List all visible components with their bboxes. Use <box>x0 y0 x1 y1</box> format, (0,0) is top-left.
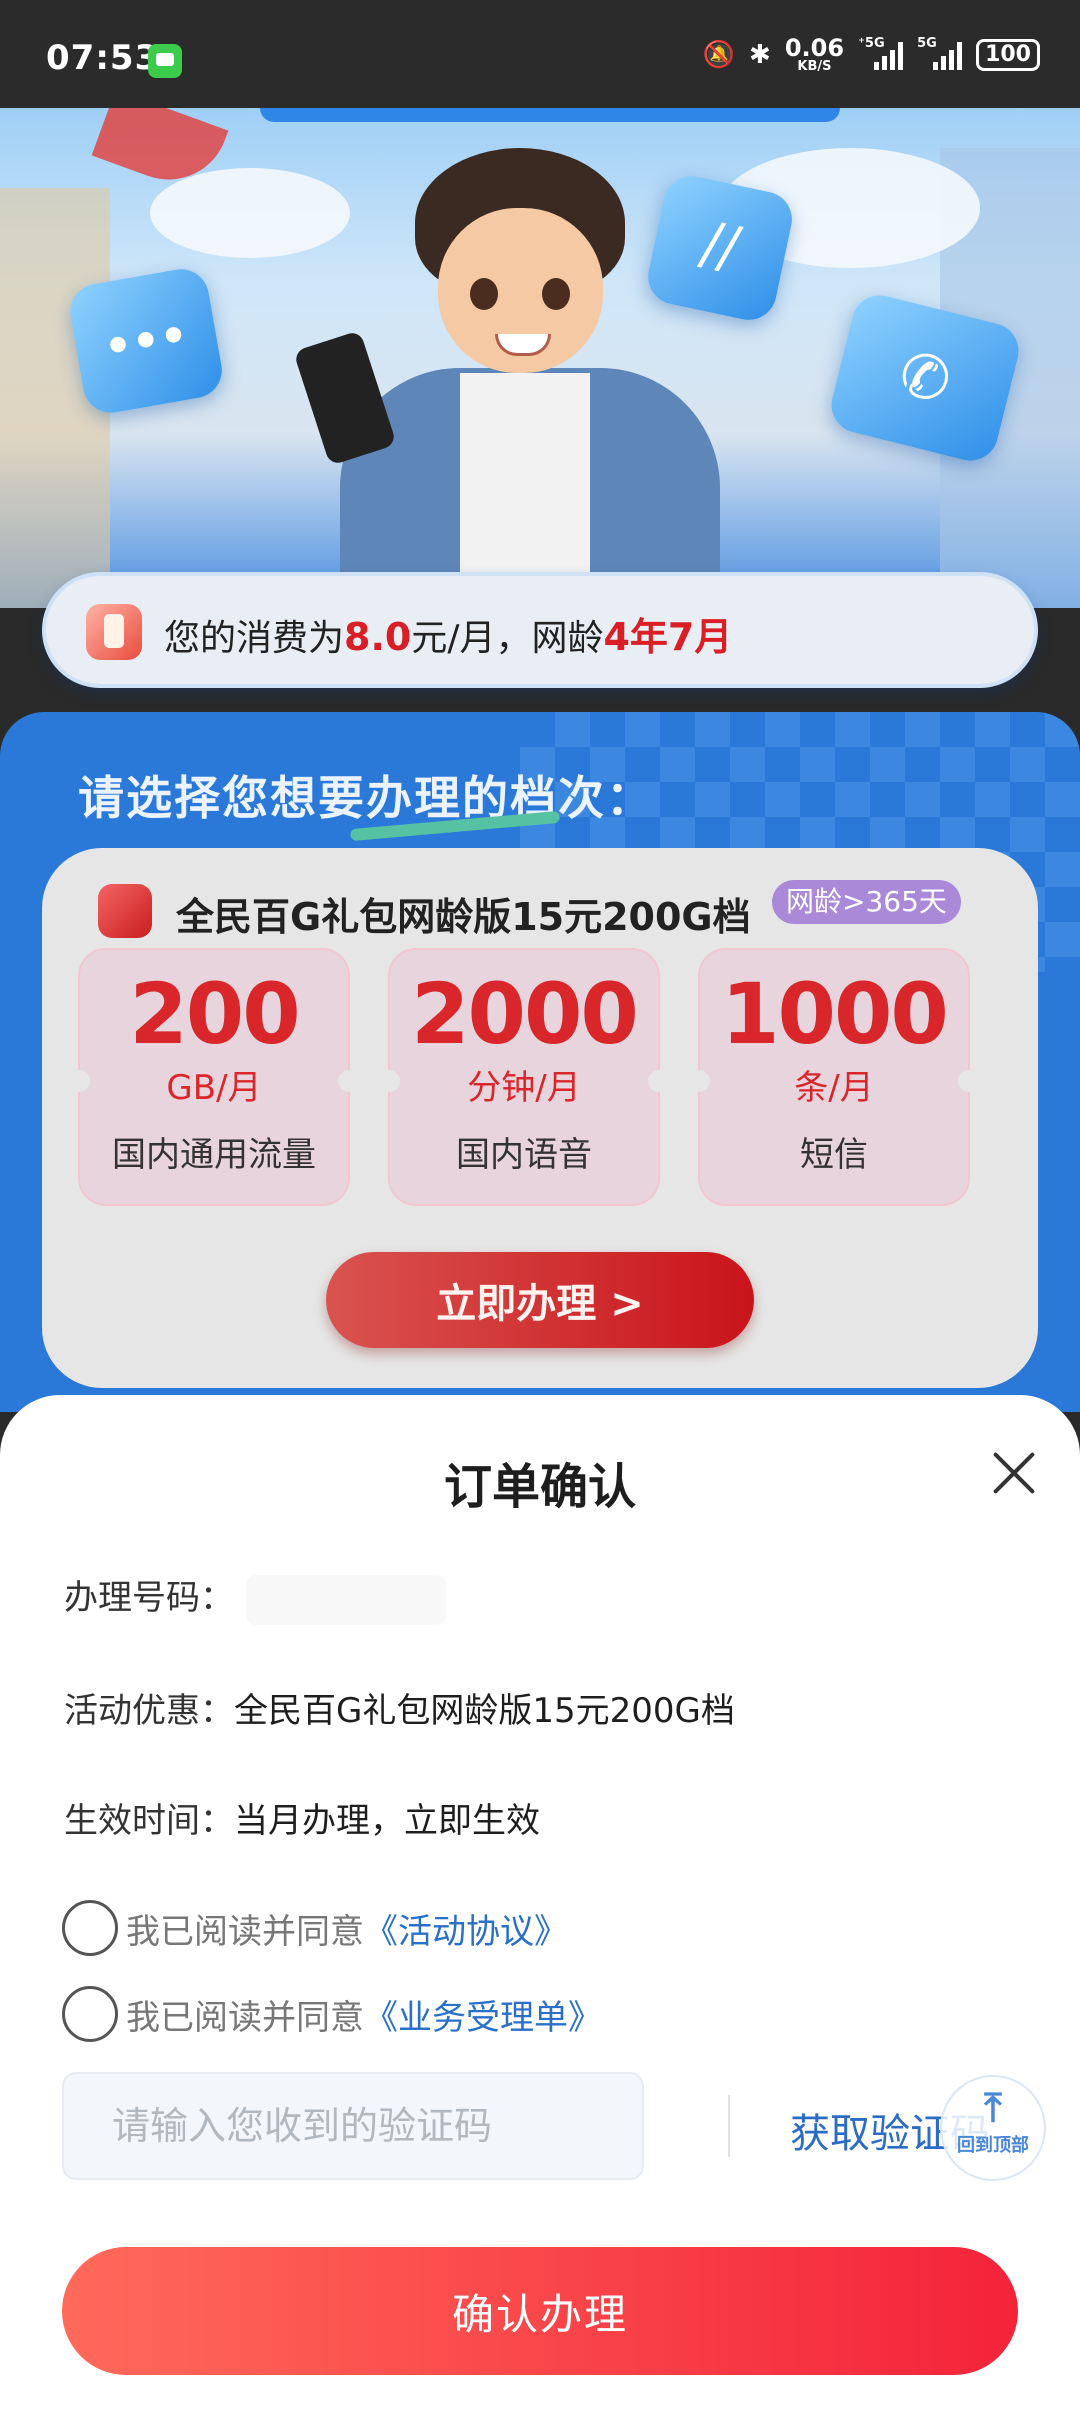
mute-bell-icon: 🔕 <box>702 39 736 70</box>
bluetooth-icon: ✱ <box>749 39 771 70</box>
feature-desc: 短信 <box>800 1135 868 1175</box>
status-time: 07:53 <box>46 38 160 78</box>
status-bar: 07:53 🔕 ✱ 0.06 KB/S ⁺5G 5G 100 <box>0 0 1080 108</box>
feature-desc: 国内语音 <box>456 1135 592 1175</box>
effective-label: 生效时间： <box>64 1801 234 1841</box>
order-confirm-sheet: 订单确认 办理号码： 活动优惠：全民百G礼包网龄版15元200G档 生效时间：当… <box>0 1395 1080 2412</box>
consumption-middle: 元/月，网龄 <box>411 618 604 659</box>
plan-card: 全民百G礼包网龄版15元200G档 网龄>365天 200 GB/月 国内通用流… <box>42 848 1038 1388</box>
feature-value: 1000 <box>721 965 949 1063</box>
back-to-top-button[interactable]: ⤒ 回到顶部 <box>940 2075 1046 2181</box>
phone-bill-icon <box>86 604 142 660</box>
signal-1-label: ⁺5G <box>858 35 885 51</box>
choose-plan-title: 请选择您想要办理的档次： <box>78 771 654 825</box>
network-speed: 0.06 KB/S <box>785 36 844 73</box>
agree-business-row[interactable]: 我已阅读并同意 《业务受理单》 <box>62 1986 602 2042</box>
network-age: 4年7月 <box>603 615 733 659</box>
plan-section: 请选择您想要办理的档次： 全民百G礼包网龄版15元200G档 网龄>365天 2… <box>0 712 1080 1412</box>
signal-icon-2: 5G <box>917 36 963 70</box>
network-speed-unit: KB/S <box>797 59 832 74</box>
plan-name: 全民百G礼包网龄版15元200G档 <box>176 895 751 939</box>
agree-activity-row[interactable]: 我已阅读并同意 《活动协议》 <box>62 1900 568 1956</box>
feature-data: 200 GB/月 国内通用流量 <box>68 948 360 1206</box>
effective-value: 当月办理，立即生效 <box>234 1801 540 1841</box>
back-to-top-label: 回到顶部 <box>957 2135 1029 2156</box>
number-row: 办理号码： <box>64 1570 446 1625</box>
character-illustration <box>293 138 740 608</box>
agree-text: 我已阅读并同意 <box>126 1911 364 1952</box>
status-icons: 🔕 ✱ 0.06 KB/S ⁺5G 5G 100 <box>703 36 1040 73</box>
message-app-icon <box>148 44 182 78</box>
agree-business-radio[interactable] <box>62 1986 118 2042</box>
promo-label: 活动优惠： <box>64 1691 234 1731</box>
agree-activity-radio[interactable] <box>62 1900 118 1956</box>
feature-value: 200 <box>129 965 300 1063</box>
consumption-amount: 8.0 <box>344 615 412 659</box>
feature-value: 2000 <box>411 965 639 1063</box>
feature-unit: 条/月 <box>794 1068 874 1108</box>
battery-icon: 100 <box>976 38 1040 71</box>
feature-desc: 国内通用流量 <box>112 1135 316 1175</box>
feature-sms: 1000 条/月 短信 <box>688 948 980 1206</box>
signal-2-label: 5G <box>917 35 937 51</box>
business-form-link[interactable]: 《业务受理单》 <box>364 1990 602 2039</box>
apply-now-button[interactable]: 立即办理 > <box>326 1252 754 1348</box>
hero-banner: ••• ⧸⧸ ✆ <box>0 108 1080 608</box>
hero-top-tab <box>260 108 840 122</box>
consumption-banner: 您的消费为8.0元/月，网龄4年7月 <box>42 572 1038 688</box>
signal-icon-1: ⁺5G <box>858 36 904 70</box>
consumption-prefix: 您的消费为 <box>164 618 345 659</box>
network-age-badge: 网龄>365天 <box>772 880 961 924</box>
verification-code-input[interactable]: 请输入您收到的验证码 <box>62 2072 644 2180</box>
feature-voice: 2000 分钟/月 国内语音 <box>378 948 670 1206</box>
promo-row: 活动优惠：全民百G礼包网龄版15元200G档 <box>64 1683 735 1732</box>
agree-text: 我已阅读并同意 <box>126 1997 364 2038</box>
sheet-title: 订单确认 <box>443 1459 636 1515</box>
network-speed-value: 0.06 <box>784 34 845 62</box>
arrow-up-icon: ⤒ <box>984 2085 1002 2131</box>
confirm-order-button[interactable]: 确认办理 <box>62 2247 1018 2375</box>
consumption-text: 您的消费为8.0元/月，网龄4年7月 <box>164 606 732 661</box>
close-icon[interactable] <box>986 1445 1042 1501</box>
number-label: 办理号码： <box>64 1578 234 1618</box>
red-packet-icon <box>98 884 152 938</box>
masked-phone-number <box>246 1574 446 1625</box>
chat-bubble-icon: ••• <box>65 264 227 418</box>
effective-row: 生效时间：当月办理，立即生效 <box>64 1793 540 1842</box>
divider <box>728 2095 730 2157</box>
feature-unit: 分钟/月 <box>467 1068 581 1108</box>
activity-agreement-link[interactable]: 《活动协议》 <box>364 1904 568 1953</box>
promo-value: 全民百G礼包网龄版15元200G档 <box>234 1691 735 1731</box>
feature-unit: GB/月 <box>166 1068 262 1108</box>
